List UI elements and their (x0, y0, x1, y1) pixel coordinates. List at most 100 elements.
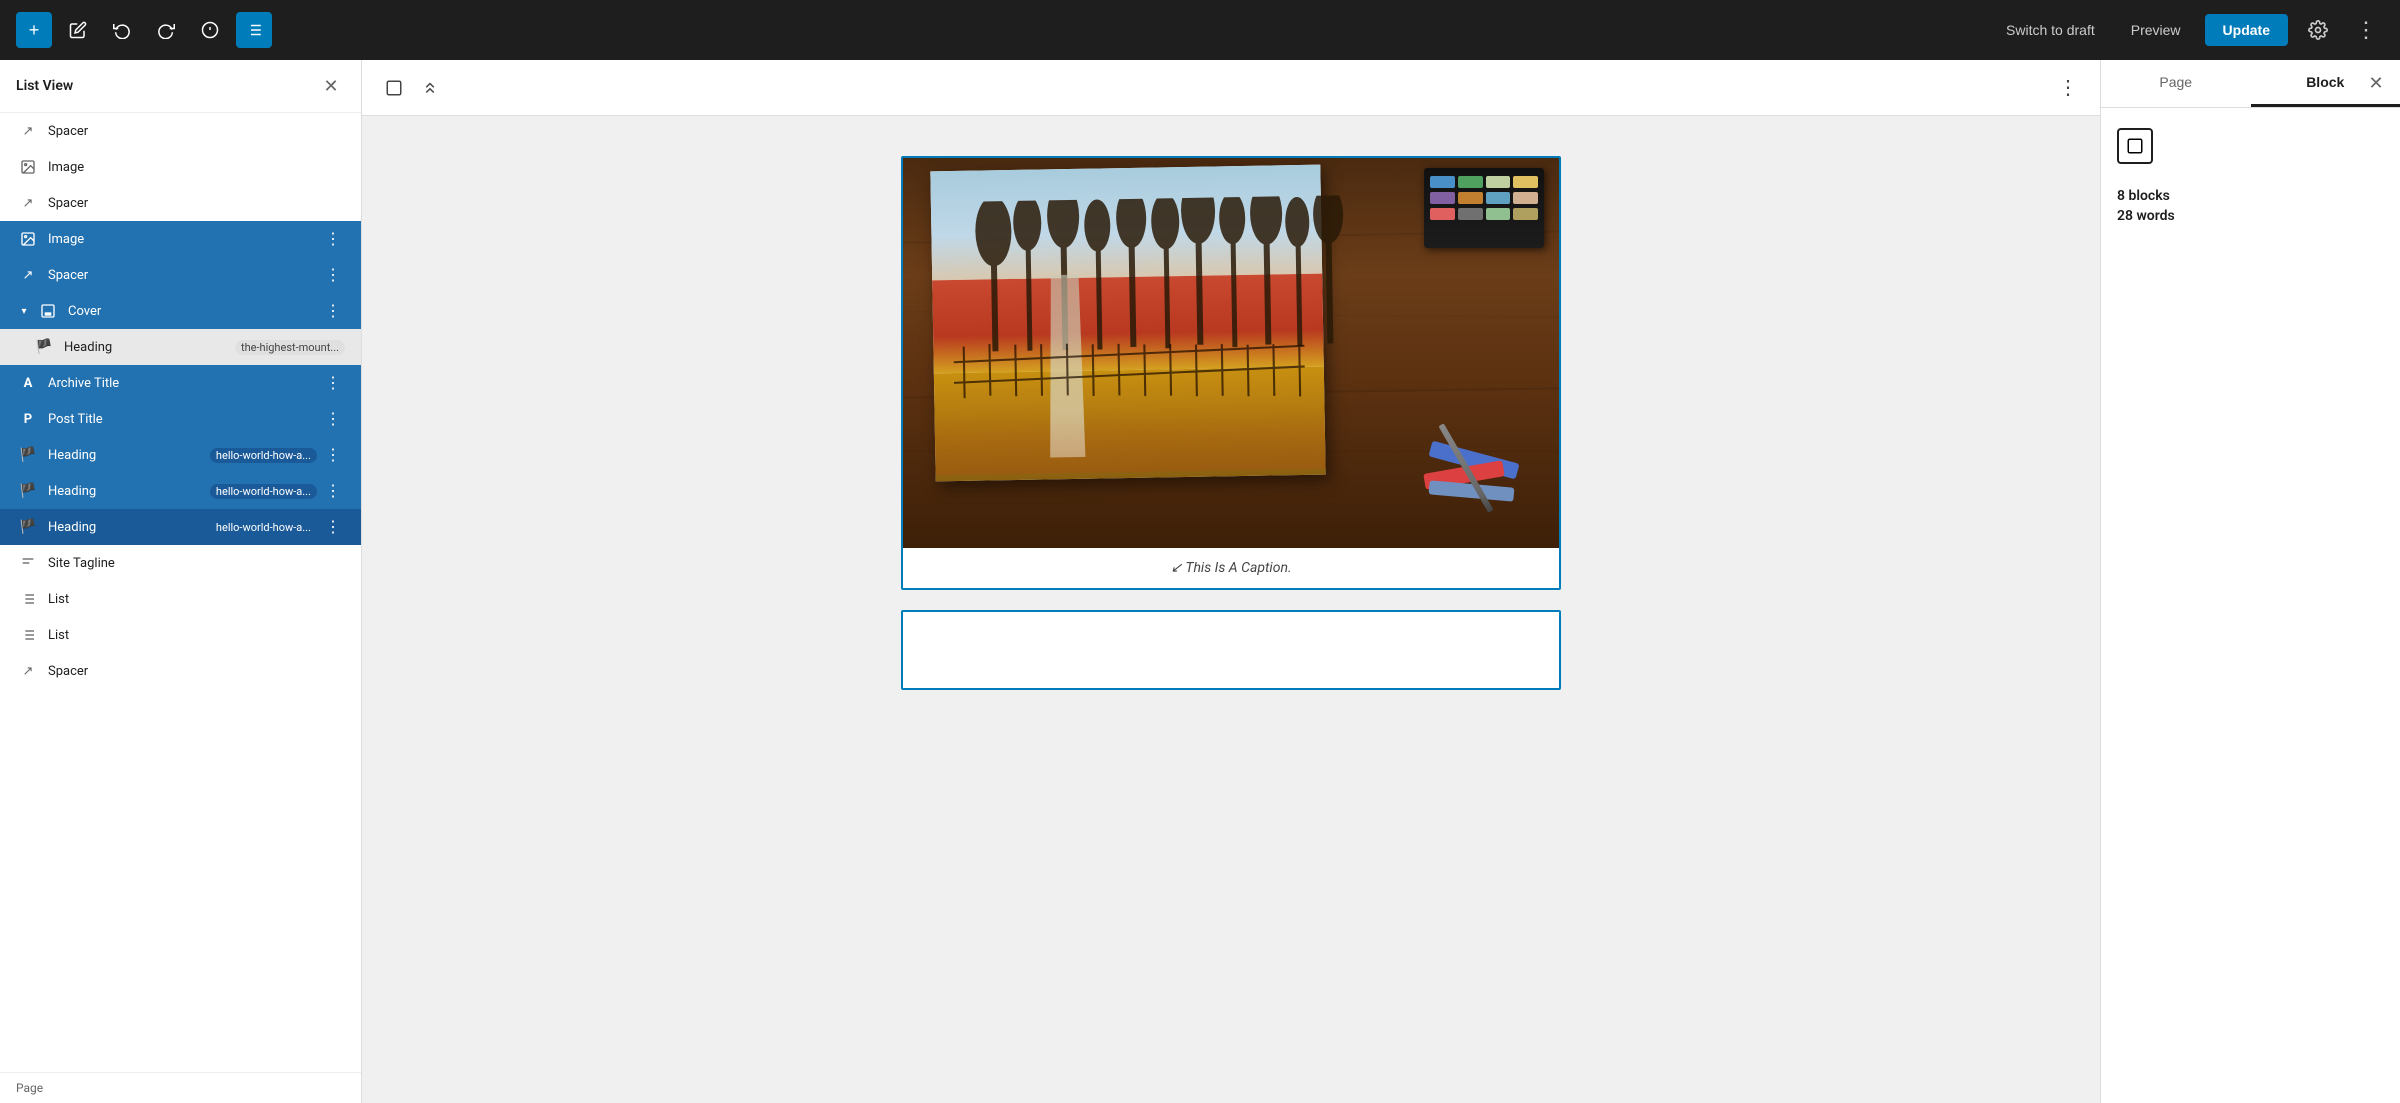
item-more-button[interactable]: ⋮ (321, 299, 345, 323)
undo-button[interactable] (104, 12, 140, 48)
item-tag: hello-world-how-a... (210, 520, 317, 535)
heading-icon: 🏴 (16, 515, 40, 539)
item-label: List (48, 628, 345, 643)
post-title-icon: P (16, 407, 40, 431)
block-more-button[interactable]: ⋮ (2052, 72, 2084, 104)
preview-button[interactable]: Preview (2119, 14, 2193, 46)
spacer-icon: ↗ (16, 263, 40, 287)
item-more-button[interactable]: ⋮ (321, 479, 345, 503)
item-label: Heading (48, 520, 204, 535)
archive-title-icon: A (16, 371, 40, 395)
item-label: Site Tagline (48, 556, 345, 571)
topbar-left: + (16, 12, 272, 48)
chevron-down-icon: ▾ (16, 303, 32, 319)
info-button[interactable] (192, 12, 228, 48)
right-panel-tabs: Page Block ✕ (2101, 60, 2400, 108)
sidebar-header: List View ✕ (0, 60, 361, 113)
list-view-button[interactable] (236, 12, 272, 48)
list-item-list-2[interactable]: List (0, 617, 361, 653)
topbar: + Switch to draft Preview Update ⋮ (0, 0, 2400, 60)
item-label: Spacer (48, 196, 345, 211)
item-tag: hello-world-how-a... (210, 448, 317, 463)
list-view-sidebar: List View ✕ ↗ Spacer Image ↗ Spacer (0, 60, 362, 1103)
block-icon (2117, 128, 2153, 164)
view-toggle-button[interactable] (378, 72, 410, 104)
right-panel: Page Block ✕ 8 blocks 28 words (2100, 60, 2400, 1103)
sidebar-close-button[interactable]: ✕ (317, 72, 345, 100)
item-label: Spacer (48, 268, 317, 283)
editor-toolbar: ⋮ (362, 60, 2100, 116)
word-count-stat: 28 words (2117, 208, 2384, 224)
item-label: Heading (48, 448, 204, 463)
list-item-image-selected[interactable]: Image ⋮ (0, 221, 361, 257)
more-options-button[interactable]: ⋮ (2348, 12, 2384, 48)
list-item-cover[interactable]: ▾ Cover ⋮ (0, 293, 361, 329)
sidebar-title: List View (16, 78, 73, 94)
pencil-button[interactable] (60, 12, 96, 48)
list-item-heading-cover[interactable]: 🏴 Heading the-highest-mount... (0, 329, 361, 365)
block-count-stat: 8 blocks (2117, 188, 2384, 204)
settings-button[interactable] (2300, 12, 2336, 48)
item-tag: the-highest-mount... (235, 340, 345, 355)
editor-toolbar-left (378, 72, 446, 104)
item-label: Heading (48, 484, 204, 499)
second-editor-block[interactable] (901, 610, 1561, 690)
image-caption: ↙ This Is A Caption. (903, 548, 1559, 588)
add-block-button[interactable]: + (16, 12, 52, 48)
item-label: Heading (64, 340, 229, 355)
item-tag: hello-world-how-a... (210, 484, 317, 499)
item-more-button[interactable]: ⋮ (321, 263, 345, 287)
item-label: Image (48, 232, 317, 247)
list-item[interactable]: ↗ Spacer (0, 185, 361, 221)
list-item-archive-title[interactable]: A Archive Title ⋮ (0, 365, 361, 401)
item-more-button[interactable]: ⋮ (321, 227, 345, 251)
item-label: Spacer (48, 124, 345, 139)
item-label: Spacer (48, 664, 345, 679)
editor-area: ⋮ (362, 60, 2100, 1103)
editor-content: ↙ This Is A Caption. (362, 116, 2100, 1103)
main-layout: List View ✕ ↗ Spacer Image ↗ Spacer (0, 60, 2400, 1103)
spacer-icon: ↗ (16, 191, 40, 215)
list-item-post-title[interactable]: P Post Title ⋮ (0, 401, 361, 437)
item-more-button[interactable]: ⋮ (321, 371, 345, 395)
item-more-button[interactable]: ⋮ (321, 407, 345, 431)
item-more-button[interactable]: ⋮ (321, 515, 345, 539)
panel-content: 8 blocks 28 words (2101, 108, 2400, 248)
item-label: Post Title (48, 412, 317, 427)
redo-button[interactable] (148, 12, 184, 48)
item-label: Image (48, 160, 345, 175)
list-item-spacer-4[interactable]: ↗ Spacer (0, 653, 361, 689)
list-item-heading-3[interactable]: 🏴 Heading hello-world-how-a... ⋮ (0, 473, 361, 509)
item-label: List (48, 592, 345, 607)
image-editor-block[interactable]: ↙ This Is A Caption. (901, 156, 1561, 590)
update-button[interactable]: Update (2205, 14, 2288, 46)
image-icon (16, 155, 40, 179)
item-label: Cover (68, 304, 317, 319)
list-item-site-tagline[interactable]: Site Tagline (0, 545, 361, 581)
sidebar-footer: Page (0, 1072, 361, 1103)
spacer-icon: ↗ (16, 659, 40, 683)
switch-to-draft-button[interactable]: Switch to draft (1994, 14, 2107, 46)
list-item-heading-2[interactable]: 🏴 Heading hello-world-how-a... ⋮ (0, 437, 361, 473)
item-label: Archive Title (48, 376, 317, 391)
sidebar-list: ↗ Spacer Image ↗ Spacer Image (0, 113, 361, 1072)
move-up-down-button[interactable] (414, 72, 446, 104)
item-more-button[interactable]: ⋮ (321, 443, 345, 467)
list-item-list-1[interactable]: List (0, 581, 361, 617)
cover-icon (36, 299, 60, 323)
panel-close-button[interactable]: ✕ (2362, 70, 2390, 98)
spacer-icon: ↗ (16, 119, 40, 143)
heading-icon: 🏴 (16, 443, 40, 467)
topbar-right: Switch to draft Preview Update ⋮ (1994, 12, 2384, 48)
list-icon (16, 587, 40, 611)
heading-icon: 🏴 (32, 335, 56, 359)
list-item-spacer-selected[interactable]: ↗ Spacer ⋮ (0, 257, 361, 293)
heading-icon: 🏴 (16, 479, 40, 503)
list-item[interactable]: ↗ Spacer (0, 113, 361, 149)
site-tagline-icon (16, 551, 40, 575)
list-item-heading-4[interactable]: 🏴 Heading hello-world-how-a... ⋮ (0, 509, 361, 545)
footer-label: Page (16, 1081, 43, 1095)
image-icon (16, 227, 40, 251)
list-item[interactable]: Image (0, 149, 361, 185)
tab-page[interactable]: Page (2101, 60, 2251, 107)
